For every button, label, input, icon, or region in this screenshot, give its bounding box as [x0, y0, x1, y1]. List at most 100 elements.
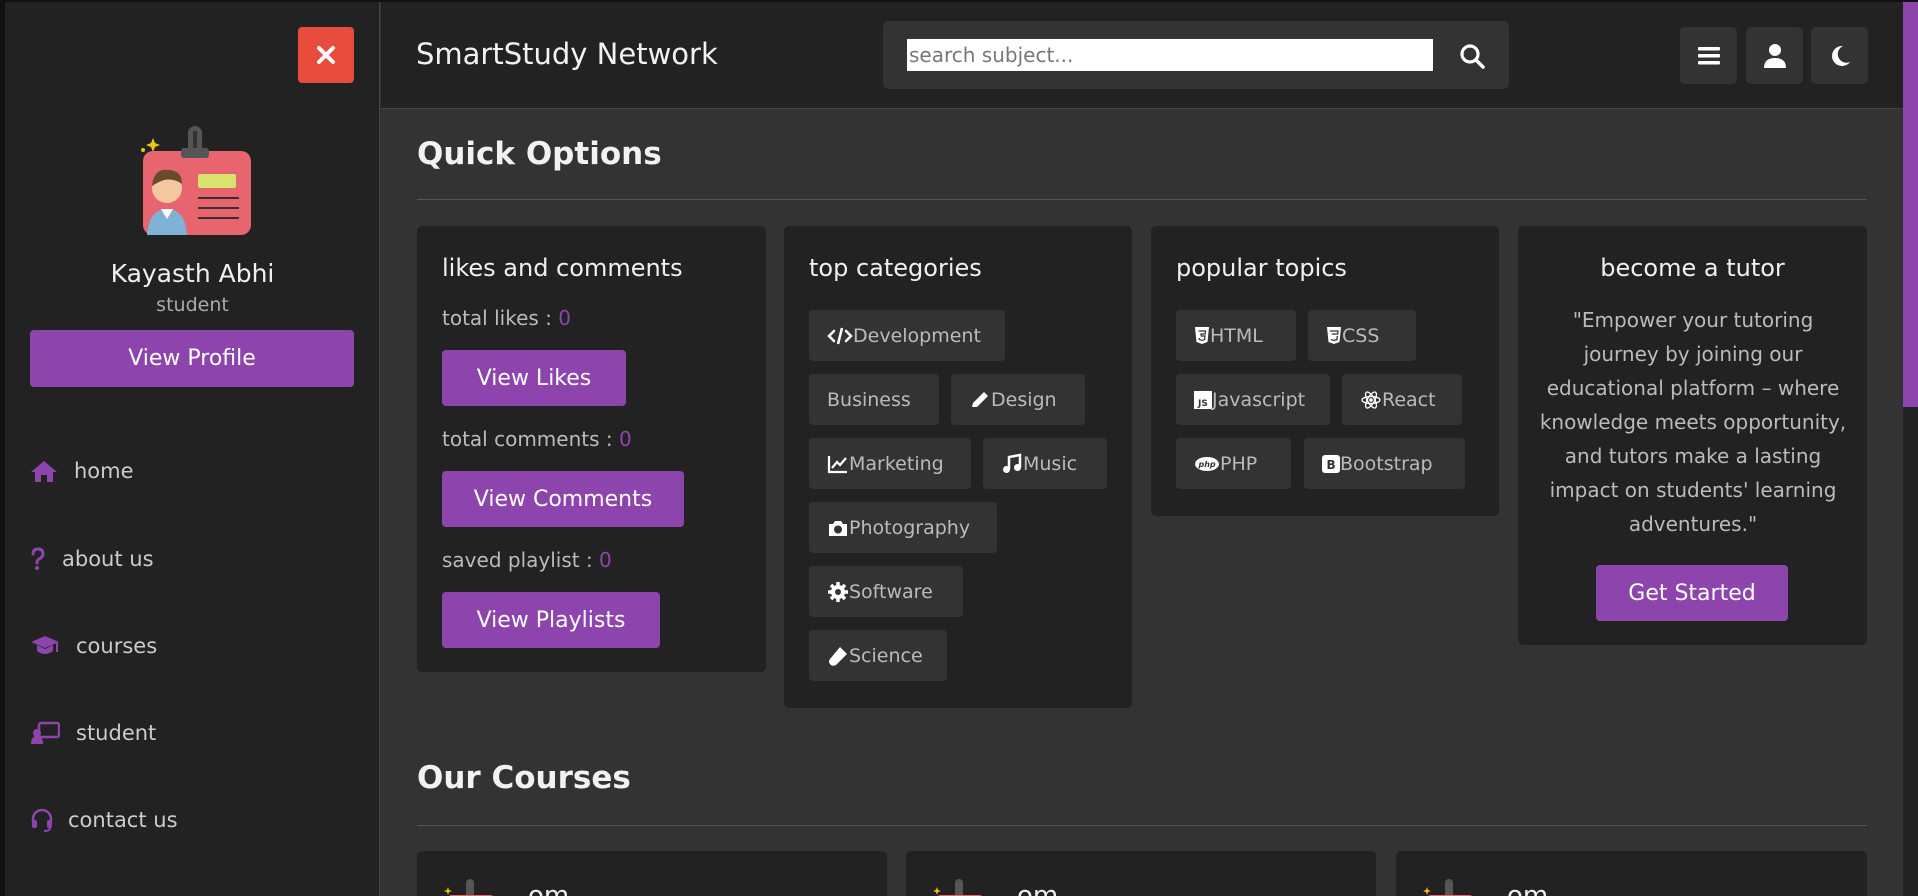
divider — [417, 825, 1867, 826]
site-logo[interactable]: SmartStudy Network — [416, 37, 718, 71]
html5-icon — [1194, 326, 1210, 346]
total-likes: total likes : 0 — [442, 306, 571, 330]
top-header: SmartStudy Network — [381, 2, 1903, 109]
category-tag-software[interactable]: Software — [809, 566, 963, 617]
search-button[interactable] — [1454, 38, 1490, 74]
saved-playlist: saved playlist : 0 — [442, 548, 612, 572]
course-thumbnail — [1423, 879, 1473, 896]
nav-item-label: contact us — [68, 808, 178, 832]
close-icon — [317, 46, 335, 64]
get-started-button[interactable]: Get Started — [1596, 565, 1788, 621]
tag-label: Science — [849, 644, 923, 667]
nav-item-label: courses — [76, 634, 158, 658]
menu-button[interactable] — [1680, 27, 1737, 84]
category-tag-development[interactable]: Development — [809, 310, 1005, 361]
tag-label: PHP — [1220, 452, 1258, 475]
course-thumbnail — [444, 879, 494, 896]
question-icon — [30, 547, 50, 571]
search-form — [883, 21, 1509, 89]
tag-label: HTML — [1210, 324, 1263, 347]
graduation-cap-icon — [30, 635, 60, 657]
divider — [417, 199, 1867, 200]
course-thumbnail — [933, 879, 983, 896]
tag-label: Marketing — [849, 452, 944, 475]
nav-item-student[interactable]: student — [30, 713, 156, 753]
total-comments: total comments : 0 — [442, 427, 632, 451]
gear-icon — [827, 581, 849, 603]
moon-icon — [1831, 45, 1850, 66]
sidebar: Kayasth Abhi student View Profile home a… — [5, 2, 380, 896]
avatar — [141, 126, 251, 235]
svg-text:B: B — [1327, 458, 1336, 472]
scrollbar[interactable] — [1903, 2, 1918, 896]
tag-label: Development — [853, 324, 981, 347]
tag-label: React — [1382, 388, 1436, 411]
stat-value: 0 — [558, 306, 571, 330]
topic-tag-css[interactable]: CSS — [1308, 310, 1416, 361]
tag-label: Music — [1023, 452, 1078, 475]
vial-icon — [827, 645, 849, 667]
stat-label: total comments : — [442, 427, 619, 451]
close-sidebar-button[interactable] — [298, 27, 354, 83]
course-name: om — [1017, 881, 1059, 896]
svg-text:JS: JS — [1197, 399, 1208, 409]
topic-tag-html[interactable]: HTML — [1176, 310, 1296, 361]
course-card[interactable]: om — [417, 851, 887, 896]
camera-icon — [827, 518, 849, 538]
tutor-quote: "Empower your tutoring journey by joinin… — [1539, 308, 1847, 536]
category-tag-marketing[interactable]: Marketing — [809, 438, 971, 489]
course-card[interactable]: om — [906, 851, 1376, 896]
stat-value: 0 — [599, 548, 612, 572]
react-icon — [1360, 390, 1382, 410]
topic-tag-bootstrap[interactable]: B Bootstrap — [1304, 438, 1465, 489]
card-title: likes and comments — [442, 254, 683, 282]
nav-item-home[interactable]: home — [30, 451, 134, 491]
view-comments-button[interactable]: View Comments — [442, 471, 684, 527]
user-button[interactable] — [1746, 27, 1803, 84]
chalkboard-user-icon — [30, 721, 60, 745]
card-title: popular topics — [1176, 254, 1347, 282]
topic-tag-php[interactable]: php PHP — [1176, 438, 1291, 489]
tag-label: Photography — [849, 516, 971, 539]
search-icon — [1460, 44, 1485, 69]
scrollbar-thumb[interactable] — [1903, 2, 1918, 407]
theme-toggle-button[interactable] — [1811, 27, 1868, 84]
user-icon — [1763, 43, 1786, 68]
svg-text:php: php — [1198, 460, 1216, 469]
view-profile-button[interactable]: View Profile — [30, 330, 354, 387]
tag-label: CSS — [1342, 324, 1380, 347]
profile-role: student — [156, 294, 229, 316]
nav-item-contact-us[interactable]: contact us — [30, 800, 178, 840]
search-input[interactable] — [907, 39, 1433, 71]
category-tag-science[interactable]: Science — [809, 630, 947, 681]
chart-line-icon — [827, 454, 849, 474]
card-title: top categories — [809, 254, 982, 282]
likes-comments-card: likes and comments total likes : 0 View … — [417, 226, 766, 672]
home-icon — [30, 459, 60, 483]
tag-label: Design — [991, 388, 1057, 411]
category-tag-design[interactable]: Design — [951, 374, 1085, 425]
css3-icon — [1326, 326, 1342, 346]
headset-icon — [30, 808, 56, 832]
category-tag-business[interactable]: Business — [809, 374, 939, 425]
js-icon: JS — [1194, 390, 1212, 409]
course-name: om — [528, 881, 570, 896]
view-likes-button[interactable]: View Likes — [442, 350, 626, 406]
pencil-icon — [969, 390, 991, 410]
nav-item-about-us[interactable]: about us — [30, 539, 154, 579]
category-tag-photography[interactable]: Photography — [809, 502, 997, 553]
view-playlists-button[interactable]: View Playlists — [442, 592, 660, 648]
tag-label: Business — [827, 388, 911, 411]
tag-label: Bootstrap — [1340, 452, 1433, 475]
nav-item-courses[interactable]: courses — [30, 626, 157, 666]
nav-item-label: home — [74, 459, 134, 483]
course-card[interactable]: om — [1396, 851, 1867, 896]
stat-label: total likes : — [442, 306, 559, 330]
topic-tag-react[interactable]: React — [1342, 374, 1462, 425]
stat-label: saved playlist : — [442, 548, 600, 572]
category-tag-music[interactable]: Music — [983, 438, 1107, 489]
quick-options-title: Quick Options — [417, 136, 662, 172]
popular-topics-card: popular topics HTML CSS JS Javascript Re… — [1151, 226, 1499, 516]
topic-tag-javascript[interactable]: JS Javascript — [1176, 374, 1330, 425]
nav-item-label: student — [76, 721, 157, 745]
